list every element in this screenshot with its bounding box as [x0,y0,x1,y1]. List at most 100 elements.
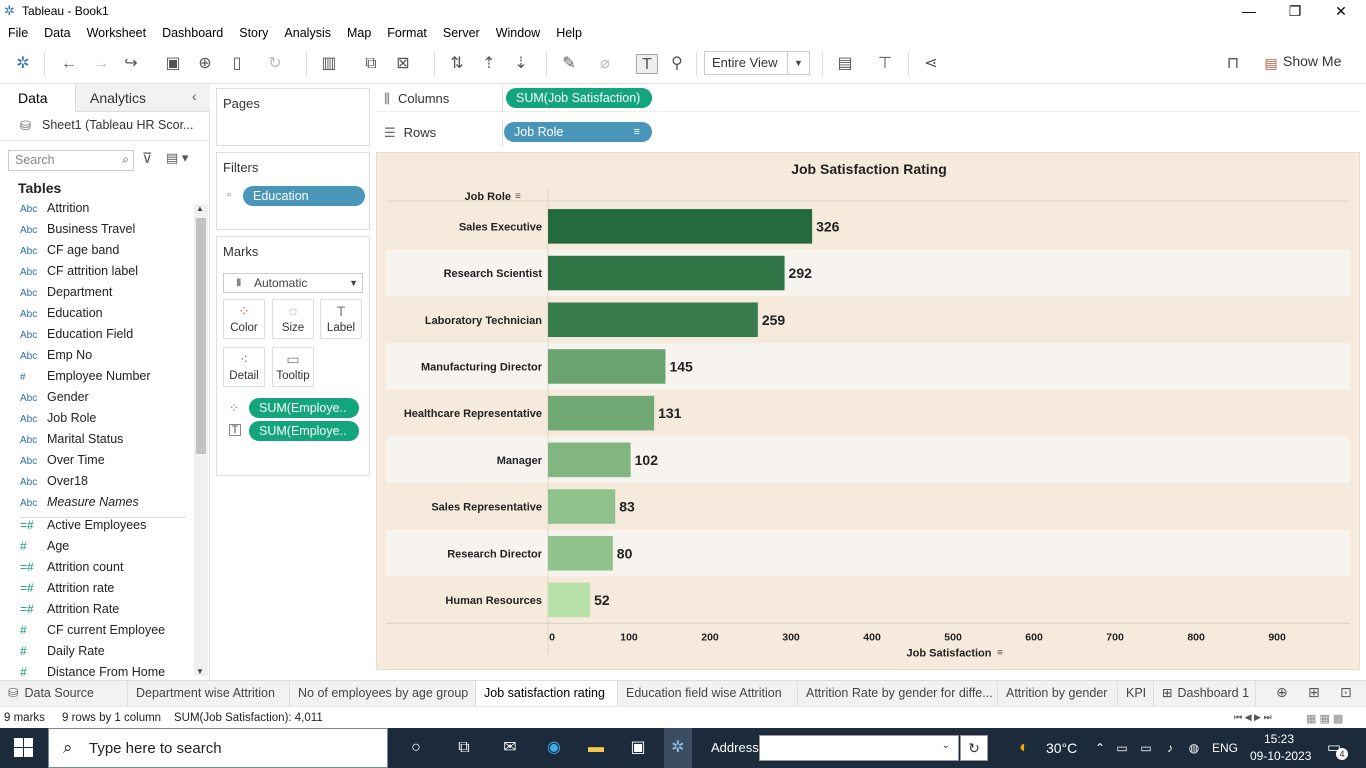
category-label[interactable]: Healthcare Representative [404,408,542,420]
tab-job-satisfaction-rating[interactable]: Job satisfaction rating [476,681,618,707]
measure-field[interactable]: =# Attrition rate [20,581,200,602]
tableau-taskbar-icon[interactable]: ✲ [664,728,692,768]
dimension-field[interactable]: Abc Attrition [20,201,200,222]
rows-shelf[interactable]: ☰ Rows Job Role ≡ [376,120,1360,146]
category-label[interactable]: Research Director [447,548,542,560]
filter-fields-icon[interactable]: ⊽ [142,150,152,167]
duplicate-sheet-icon[interactable]: ⧉ [360,54,382,74]
fit-dropdown[interactable]: Entire View ▼ [704,51,810,75]
detail-button[interactable]: ⁖ Detail [223,347,265,387]
bar-chart[interactable]: Job Satisfaction RatingJob Role ≡Sales Ex… [377,153,1361,671]
tab-dashboard-1[interactable]: ⊞ Dashboard 1 [1154,681,1256,707]
windows-start-icon[interactable] [14,738,34,758]
field-list-scrollbar[interactable]: ▲ ▼ [194,204,208,676]
tab-data[interactable]: Data [18,90,48,106]
menu-server[interactable]: Server [443,26,480,40]
view-options-icon[interactable]: ▤ ▾ [166,150,188,166]
close-icon[interactable]: ✕ [1318,2,1364,20]
bar[interactable] [548,209,813,244]
sort-descending-icon[interactable]: ⇣ [510,54,532,74]
category-label[interactable]: Research Scientist [444,268,543,280]
mark-type-dropdown[interactable]: ▮ Automatic ▼ [223,273,363,293]
category-label[interactable]: Human Resources [445,595,542,607]
volume-icon[interactable]: ♪ [1158,737,1182,759]
mail-icon[interactable]: ✉ [498,737,522,759]
menu-window[interactable]: Window [496,26,540,40]
row-header-sort-icon[interactable]: ≡ [515,191,521,202]
menu-story[interactable]: Story [239,26,268,40]
bar[interactable] [548,395,655,431]
dimension-field[interactable]: Abc Marital Status [20,432,200,453]
clear-sheet-icon[interactable]: ⊠ [392,54,414,74]
edge-icon[interactable]: ◉ [542,737,566,759]
x-axis-sort-icon[interactable]: ≡ [997,647,1003,658]
scroll-up-icon[interactable]: ▲ [196,204,204,213]
file-explorer-icon[interactable]: ▬ [584,737,608,759]
measure-field[interactable]: # Daily Rate [20,644,200,665]
tab-department-wise-attrition[interactable]: Department wise Attrition [128,681,290,707]
rows-pill-job-role[interactable]: Job Role ≡ [504,122,652,142]
format-painter-icon[interactable]: ⊓ [1222,54,1244,74]
sort-ascending-icon[interactable]: ⇡ [478,54,500,74]
cortana-icon[interactable]: ○ [404,737,428,759]
bar[interactable] [548,535,613,571]
measure-field[interactable]: # Age [20,539,200,560]
menu-file[interactable]: File [8,26,28,40]
tab-employees-by-age[interactable]: No of employees by age group [290,681,476,707]
dimension-field[interactable]: Abc Job Role [20,411,200,432]
measure-field[interactable]: =# Attrition count [20,560,200,581]
label-button[interactable]: T Label [320,299,362,339]
search-input[interactable]: Search ⌕ [8,150,134,171]
bar[interactable] [548,255,785,291]
viz-area[interactable]: Job Satisfaction Rating Job Role ≡ Sales Ex… [376,152,1360,670]
category-label[interactable]: Sales Representative [431,502,542,514]
clock-time[interactable]: 15:23 [1264,732,1294,746]
dimension-field[interactable]: Abc Over18 [20,474,200,495]
highlight-icon[interactable]: ✎ [558,54,580,74]
menu-data[interactable]: Data [44,26,70,40]
new-dashboard-tab-icon[interactable]: ⊞ [1308,684,1320,701]
task-view-icon[interactable]: ⧉ [452,737,476,759]
category-label[interactable]: Manager [497,455,543,467]
category-label[interactable]: Manufacturing Director [421,361,543,373]
marks-pill-label[interactable]: SUM(Employe.. [249,421,359,441]
dimension-field[interactable]: Abc Education Field [20,327,200,348]
dimension-field[interactable]: Abc Over Time [20,453,200,474]
filter-pill-education[interactable]: Education [243,186,365,206]
dimension-field[interactable]: Abc Education [20,306,200,327]
tab-analytics[interactable]: Analytics [90,90,146,106]
taskbar-search-input[interactable]: ⌕ Type here to search [48,728,388,768]
scrollbar-thumb[interactable] [196,218,206,454]
refresh-icon[interactable]: ↻ [264,54,286,74]
menu-map[interactable]: Map [347,26,371,40]
language-indicator[interactable]: ENG [1212,741,1238,755]
dimension-field[interactable]: Abc Emp No [20,348,200,369]
bar[interactable] [548,349,666,384]
tab-attrition-by-gender[interactable]: Attrition by gender [998,681,1118,707]
share-icon[interactable]: ⋖ [920,54,942,74]
sheet-sorter-view-icon[interactable]: ▦ ▦ ▩ [1306,712,1343,725]
replay-icon[interactable]: ↪ [120,54,142,74]
measure-field[interactable]: =# Active Employees [20,518,200,539]
columns-pill-job-satisfaction[interactable]: SUM(Job Satisfaction) [506,88,652,108]
new-worksheet-tab-icon[interactable]: ⊕ [1276,684,1288,701]
redo-icon[interactable]: → [90,54,112,74]
save-icon[interactable]: ▣ [162,54,184,74]
collapse-pane-icon[interactable]: ‹ [192,88,197,104]
category-label[interactable]: Laboratory Technician [425,315,542,327]
show-mark-labels-icon[interactable]: T [636,54,658,74]
address-go-icon[interactable]: ↻ [960,735,988,761]
presentation-mode-icon[interactable]: ⊤ [874,54,896,74]
new-story-tab-icon[interactable]: ⊡ [1340,684,1352,701]
sheet-nav-icons[interactable]: ⏮ ◀ ▶ ⏭ [1234,712,1272,723]
pause-updates-icon[interactable]: ▯ [226,54,248,74]
clock-date[interactable]: 09-10-2023 [1250,749,1311,763]
tableau-home-icon[interactable]: ✲ [12,54,34,74]
tab-data-source[interactable]: ⛁ Data Source [0,681,128,707]
columns-shelf[interactable]: ⫼ Columns SUM(Job Satisfaction) [376,86,1360,112]
dimension-field[interactable]: Abc Measure Names [20,495,200,516]
menu-dashboard[interactable]: Dashboard [162,26,223,40]
tooltip-button[interactable]: ▭ Tooltip [272,347,314,387]
color-button[interactable]: ⁘ Color [223,299,265,339]
filters-card[interactable]: Filters ▫ Education [216,152,370,230]
